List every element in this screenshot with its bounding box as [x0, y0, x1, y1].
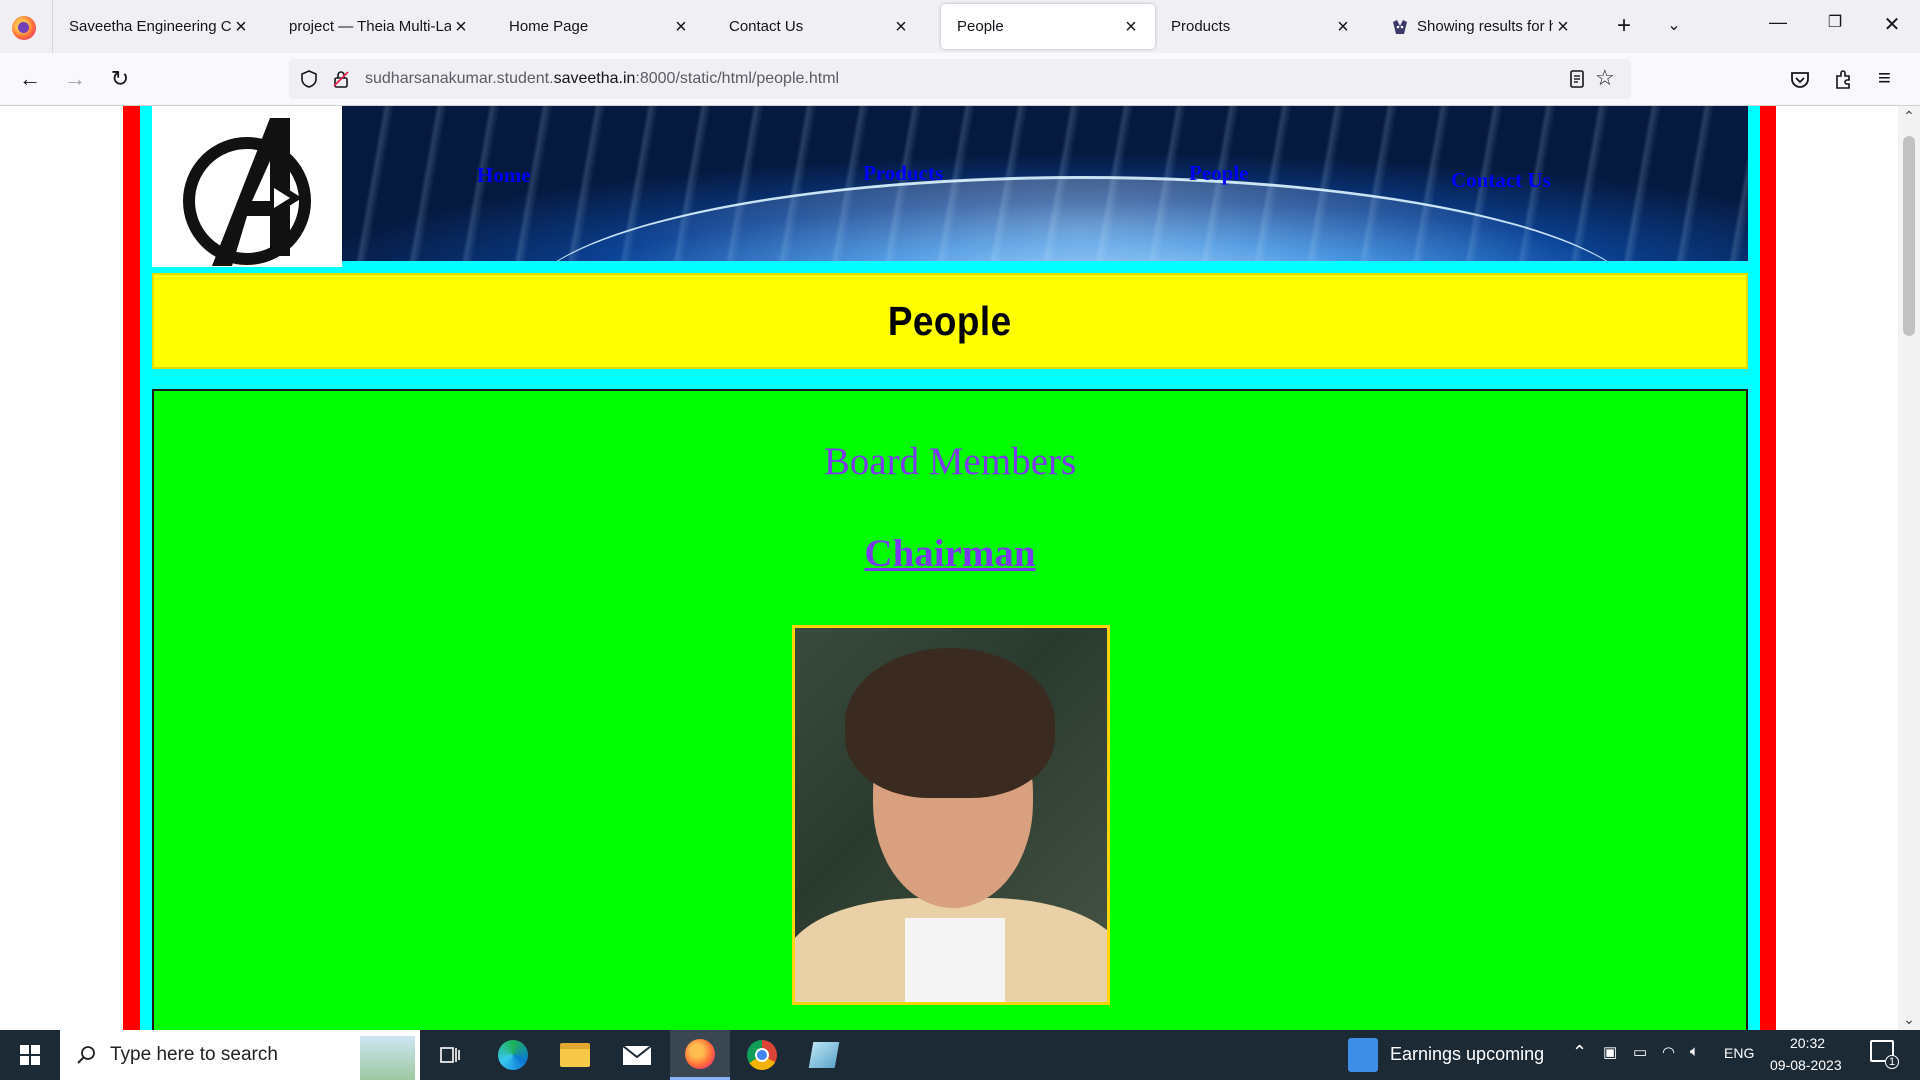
back-arrow-icon[interactable]: ←: [15, 65, 45, 95]
restore-icon[interactable]: ❐: [1820, 12, 1850, 32]
tab-products[interactable]: Products ×: [1155, 4, 1367, 49]
taskbar-search-box[interactable]: Type here to search: [60, 1030, 420, 1080]
url-text[interactable]: sudharsanakumar.student.saveetha.in:8000…: [365, 70, 839, 88]
reader-view-icon[interactable]: [1567, 69, 1587, 89]
list-all-tabs-icon[interactable]: ⌄: [1660, 14, 1688, 38]
edge-icon: [498, 1040, 528, 1070]
close-icon[interactable]: ×: [1121, 17, 1141, 37]
address-bar[interactable]: sudharsanakumar.student.saveetha.in:8000…: [289, 59, 1631, 99]
tab-saveetha[interactable]: Saveetha Engineering Coll ×: [53, 4, 265, 49]
hamburger-menu-icon[interactable]: ≡: [1878, 65, 1891, 91]
tab-contact-us[interactable]: Contact Us ×: [713, 4, 925, 49]
notification-count-badge: 1: [1885, 1055, 1900, 1069]
clock-time[interactable]: 20:32: [1790, 1035, 1825, 1051]
windows-taskbar: Type here to search Earnings upcoming ⌃ …: [0, 1030, 1920, 1080]
windows-logo-icon: [20, 1045, 40, 1065]
section-heading: Board Members: [823, 440, 1077, 483]
page-title: People: [888, 298, 1012, 344]
forward-arrow-icon[interactable]: →: [60, 65, 90, 95]
tab-home-page[interactable]: Home Page ×: [493, 4, 705, 49]
wifi-icon[interactable]: ◠: [1662, 1043, 1675, 1061]
tab-label: Home Page: [509, 18, 589, 35]
close-icon[interactable]: ×: [1333, 17, 1353, 37]
volume-icon[interactable]: 🔈︎: [1690, 1043, 1699, 1060]
nav-link-contact-us[interactable]: Contact Us: [1451, 168, 1551, 193]
battery-icon[interactable]: ▭: [1633, 1043, 1647, 1061]
avengers-logo: [152, 106, 342, 267]
close-icon[interactable]: ×: [1553, 17, 1573, 37]
folder-icon: [560, 1043, 590, 1067]
close-icon[interactable]: ×: [451, 17, 471, 37]
nav-link-products[interactable]: Products: [863, 161, 943, 186]
new-tab-icon[interactable]: +: [1610, 14, 1638, 38]
taskbar-mail[interactable]: [607, 1030, 667, 1080]
page-viewport: Home Products People Contact Us People B…: [0, 106, 1920, 1030]
url-suffix: :8000/static/html/people.html: [635, 70, 840, 87]
search-icon: [77, 1046, 95, 1064]
photo-hair: [845, 648, 1055, 798]
minimize-icon[interactable]: —: [1763, 12, 1793, 33]
task-view-icon: [440, 1047, 460, 1063]
scroll-down-icon[interactable]: ⌄: [1898, 1011, 1920, 1028]
show-hidden-icons-icon[interactable]: ⌃: [1572, 1042, 1587, 1063]
tab-bar: Saveetha Engineering Coll × project — Th…: [0, 0, 1920, 53]
extensions-icon[interactable]: [1833, 68, 1855, 90]
page-scrollbar[interactable]: ⌃ ⌄: [1898, 106, 1920, 1030]
news-chart-icon[interactable]: [1348, 1038, 1378, 1072]
taskbar-firefox[interactable]: [670, 1030, 730, 1080]
news-widget-text[interactable]: Earnings upcoming: [1390, 1044, 1544, 1065]
tab-project[interactable]: project — Theia Multi-Lan ×: [273, 4, 485, 49]
scrollbar-thumb[interactable]: [1903, 136, 1915, 336]
task-view-button[interactable]: [420, 1030, 480, 1080]
close-icon[interactable]: ×: [231, 17, 251, 37]
url-prefix: sudharsanakumar.student.: [365, 70, 554, 87]
mail-icon: [622, 1045, 652, 1065]
chairman-photo: [792, 625, 1110, 1005]
bookmark-star-icon[interactable]: ☆: [1595, 65, 1615, 91]
tab-label: Products: [1171, 18, 1231, 35]
meet-now-icon[interactable]: ▣: [1603, 1043, 1617, 1061]
content-section: Board Members Chairman: [152, 389, 1748, 1030]
tab-people[interactable]: People ×: [941, 4, 1155, 49]
search-placeholder: Type here to search: [110, 1044, 278, 1065]
scroll-up-icon[interactable]: ⌃: [1898, 108, 1920, 125]
tab-label: Showing results for ht: [1417, 18, 1553, 35]
role-heading-text: Chairman: [864, 532, 1036, 575]
pocket-icon[interactable]: [1789, 69, 1811, 91]
url-domain: saveetha.in: [553, 70, 636, 87]
taskbar-edge[interactable]: [483, 1030, 543, 1080]
photo-shirt: [905, 918, 1005, 1002]
nav-link-home[interactable]: Home: [477, 163, 531, 188]
mascot-favicon-icon: [1393, 19, 1407, 34]
language-indicator[interactable]: ENG: [1724, 1045, 1754, 1061]
nav-link-people[interactable]: People: [1189, 161, 1248, 186]
page-title-bar: People: [152, 273, 1748, 369]
taskbar-chrome[interactable]: [732, 1030, 792, 1080]
clock-date[interactable]: 09-08-2023: [1770, 1057, 1842, 1073]
reload-icon[interactable]: ↻: [105, 65, 135, 95]
close-window-icon[interactable]: ✕: [1877, 12, 1907, 37]
search-highlight-image: [360, 1036, 415, 1080]
navigation-toolbar: ← → ↻ sudharsanakumar.student.saveetha.i…: [0, 53, 1920, 106]
tab-label: People: [957, 18, 1004, 35]
chrome-icon: [747, 1040, 777, 1070]
start-button[interactable]: [0, 1030, 60, 1080]
firefox-icon: [685, 1038, 715, 1069]
firefox-view-icon[interactable]: [12, 16, 36, 40]
taskbar-notes-app[interactable]: [794, 1030, 854, 1080]
close-icon[interactable]: ×: [671, 17, 691, 37]
tab-search-results[interactable]: Showing results for ht ×: [1375, 4, 1587, 49]
tab-label: project — Theia Multi-Lan: [289, 18, 451, 35]
tab-label: Saveetha Engineering Coll: [69, 18, 231, 35]
notes-app-icon: [808, 1042, 840, 1068]
close-icon[interactable]: ×: [891, 17, 911, 37]
role-heading: Chairman: [154, 531, 1746, 576]
avengers-logo-icon: [183, 118, 311, 266]
shield-icon[interactable]: [299, 69, 319, 89]
tab-label: Contact Us: [729, 18, 804, 35]
header-banner: Home Products People Contact Us: [342, 106, 1748, 261]
taskbar-file-explorer[interactable]: [545, 1030, 605, 1080]
insecure-lock-icon[interactable]: [331, 69, 351, 89]
